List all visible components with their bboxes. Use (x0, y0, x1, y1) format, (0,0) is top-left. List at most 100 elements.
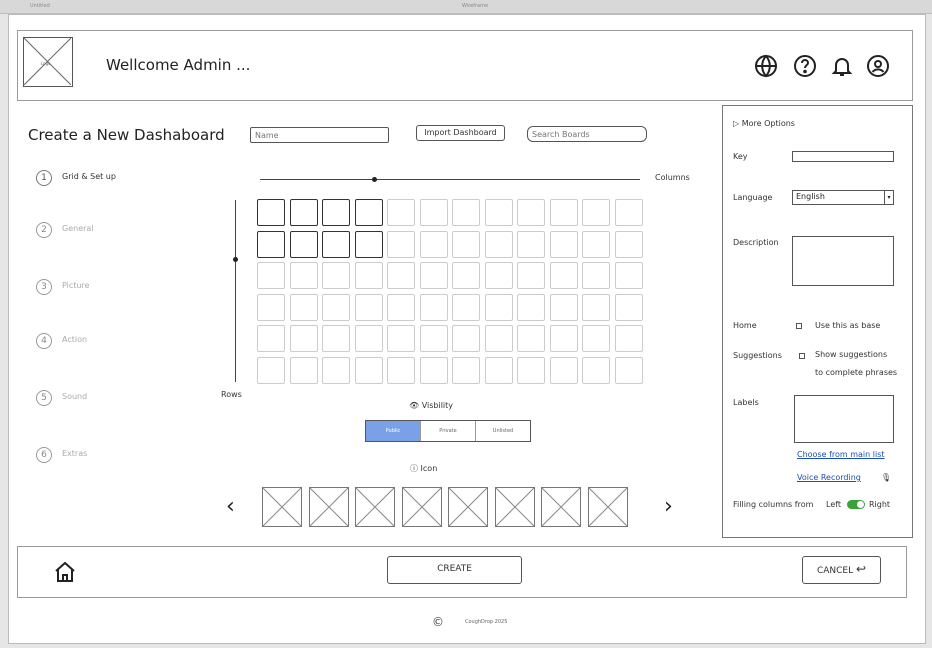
grid-cell[interactable] (582, 230, 610, 258)
grid-cell[interactable] (419, 293, 448, 321)
visibility-option-public[interactable]: Public (366, 421, 421, 441)
grid-cell[interactable] (484, 230, 513, 258)
grid-cell[interactable] (484, 199, 513, 226)
grid-cell[interactable] (582, 356, 610, 384)
grid-cell[interactable] (354, 199, 383, 226)
grid-cell[interactable] (322, 199, 350, 226)
grid-cell[interactable] (452, 199, 480, 226)
description-textarea[interactable] (792, 236, 894, 286)
choose-from-main-list-link[interactable]: Choose from main list (797, 450, 885, 459)
grid-cell[interactable] (322, 262, 350, 289)
grid-cell[interactable] (452, 262, 480, 289)
grid-cell[interactable] (387, 262, 415, 289)
grid-cell[interactable] (322, 293, 350, 321)
grid-cell[interactable] (419, 325, 448, 352)
grid-cell[interactable] (452, 325, 480, 352)
grid-cell[interactable] (354, 356, 383, 384)
columns-slider-track[interactable] (260, 179, 640, 180)
grid-cell[interactable] (289, 230, 318, 258)
more-options-toggle[interactable]: ▷ More Options (733, 119, 795, 128)
labels-textarea[interactable] (794, 395, 894, 443)
grid-cell[interactable] (549, 262, 578, 289)
grid-cell[interactable] (517, 230, 545, 258)
grid-cell[interactable] (614, 293, 643, 321)
grid-cell[interactable] (614, 199, 643, 226)
home-checkbox[interactable] (796, 323, 802, 329)
grid-cell[interactable] (419, 262, 448, 289)
grid-cell[interactable] (322, 230, 350, 258)
icon-option[interactable] (308, 487, 349, 527)
grid-cell[interactable] (517, 325, 545, 352)
grid-cell[interactable] (419, 356, 448, 384)
grid-cell[interactable] (614, 325, 643, 352)
grid-cell[interactable] (257, 230, 285, 258)
grid-cell[interactable] (289, 262, 318, 289)
grid-cell[interactable] (354, 262, 383, 289)
grid-cell[interactable] (452, 230, 480, 258)
grid-cell[interactable] (419, 230, 448, 258)
grid-cell[interactable] (354, 325, 383, 352)
help-icon[interactable] (793, 54, 817, 78)
search-input[interactable] (527, 126, 647, 142)
grid-cell[interactable] (582, 293, 610, 321)
icon-option[interactable] (448, 487, 488, 527)
grid-cell[interactable] (549, 199, 578, 226)
grid-cell[interactable] (289, 199, 318, 226)
cancel-button[interactable]: CANCEL ↩ (802, 556, 881, 584)
grid-cell[interactable] (517, 199, 545, 226)
grid-cell[interactable] (549, 325, 578, 352)
chevron-left-icon[interactable]: ‹ (226, 494, 235, 519)
grid-cell[interactable] (387, 356, 415, 384)
grid-cell[interactable] (614, 230, 643, 258)
language-select[interactable]: English ▾ (792, 190, 894, 205)
bell-icon[interactable] (830, 54, 854, 78)
grid-cell[interactable] (549, 356, 578, 384)
grid-cell[interactable] (322, 356, 350, 384)
import-dashboard-button[interactable]: Import Dashboard (416, 125, 505, 141)
grid-cell[interactable] (257, 293, 285, 321)
icon-option[interactable] (355, 487, 395, 527)
create-button[interactable]: CREATE (387, 556, 522, 584)
grid-cell[interactable] (289, 293, 318, 321)
microphone-icon[interactable]: 🎙 (881, 473, 891, 482)
grid-cell[interactable] (419, 199, 448, 226)
grid-cell[interactable] (484, 356, 513, 384)
grid-cell[interactable] (257, 199, 285, 226)
icon-option[interactable] (541, 487, 581, 527)
grid-cell[interactable] (582, 199, 610, 226)
grid-cell[interactable] (549, 230, 578, 258)
grid-cell[interactable] (257, 325, 285, 352)
grid-cell[interactable] (387, 293, 415, 321)
grid-cell[interactable] (582, 325, 610, 352)
grid-cell[interactable] (484, 293, 513, 321)
filling-direction-toggle[interactable] (847, 500, 865, 509)
user-icon[interactable] (866, 54, 890, 78)
visibility-option-unlisted[interactable]: Unlisted (476, 421, 530, 441)
icon-option[interactable] (494, 487, 535, 527)
icon-option[interactable] (262, 487, 302, 527)
icon-option[interactable] (587, 487, 628, 527)
grid-cell[interactable] (452, 293, 480, 321)
name-input[interactable] (250, 127, 389, 143)
grid-cell[interactable] (517, 293, 545, 321)
home-icon[interactable] (53, 560, 77, 584)
globe-icon[interactable] (754, 54, 778, 78)
grid-cell[interactable] (582, 262, 610, 289)
grid-cell[interactable] (614, 356, 643, 384)
grid-cell[interactable] (322, 325, 350, 352)
grid-cell[interactable] (614, 262, 643, 289)
grid-cell[interactable] (387, 325, 415, 352)
columns-slider-handle[interactable] (372, 177, 377, 182)
grid-cell[interactable] (354, 230, 383, 258)
grid-cell[interactable] (289, 325, 318, 352)
grid-cell[interactable] (257, 356, 285, 384)
grid-cell[interactable] (354, 293, 383, 321)
grid-cell[interactable] (484, 325, 513, 352)
suggestions-checkbox[interactable] (799, 353, 805, 359)
grid-cell[interactable] (484, 262, 513, 289)
rows-slider-track[interactable] (235, 200, 236, 382)
grid-cell[interactable] (387, 199, 415, 226)
visibility-option-private[interactable]: Private (421, 421, 476, 441)
grid-cell[interactable] (387, 230, 415, 258)
icon-option[interactable] (401, 487, 442, 527)
